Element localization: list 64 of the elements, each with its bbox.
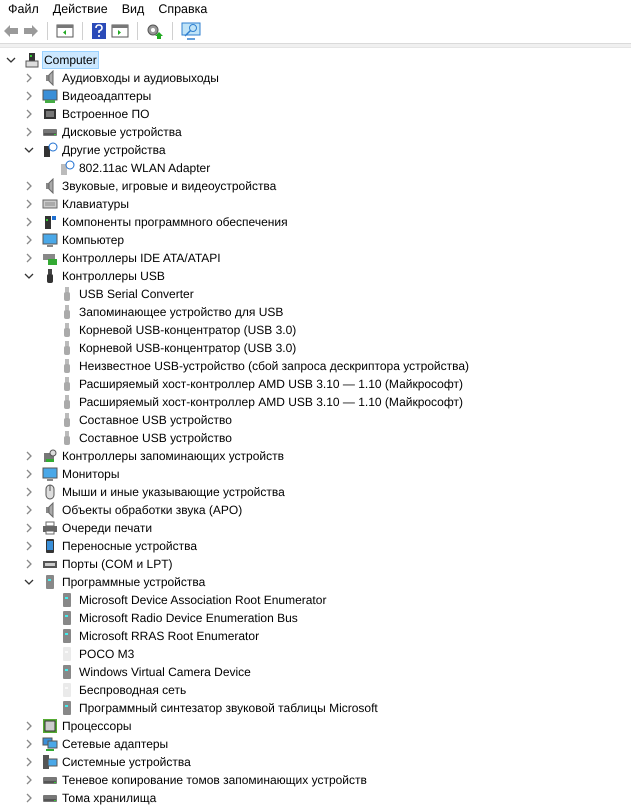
tree-item[interactable]: Компоненты программного обеспечения [60,213,290,231]
tree-item[interactable]: Корневой USB-концентратор (USB 3.0) [77,339,298,357]
tree-item[interactable]: Другие устройства [60,141,168,159]
tree-item[interactable]: Computer [42,51,99,69]
monitor-icon [42,466,58,482]
storage-controller-icon [42,448,58,464]
tree-item[interactable]: Объекты обработки звука (APO) [60,501,244,519]
monitor-search-icon[interactable] [181,22,201,40]
tree-item[interactable]: 802.11ac WLAN Adapter [77,159,212,177]
chip-icon [42,106,58,122]
window-pane-icon[interactable] [56,23,74,40]
tree-item[interactable]: Видеоадаптеры [60,87,154,105]
tree-item[interactable]: Клавиатуры [60,195,131,213]
tree-item[interactable]: Мониторы [60,465,122,483]
tree-item[interactable]: POCO M3 [77,645,136,663]
unknown-device-icon [59,160,75,176]
tree-item[interactable]: Тома хранилища [60,789,158,807]
tree-item[interactable]: Компьютер [60,231,126,249]
unknown-device-icon [42,142,58,158]
tree-item[interactable]: Переносные устройства [60,537,200,555]
display-adapter-icon [42,88,58,104]
component-icon [42,214,58,230]
network-adapter-icon [42,736,58,752]
tree-item[interactable]: Корневой USB-концентратор (USB 3.0) [77,321,298,339]
tree-item[interactable]: Контроллеры USB [60,267,167,285]
menu-item[interactable]: Вид [114,0,152,20]
tree-item[interactable]: Контроллеры IDE ATA/ATAPI [60,249,223,267]
tree-item[interactable]: Запоминающее устройство для USB [77,303,286,321]
tree-item[interactable]: Теневое копирование томов запоминающих устройств [60,771,369,789]
menu-item[interactable]: Действие [46,0,115,20]
gear-update-icon[interactable] [146,22,164,40]
tree-item[interactable]: Windows Virtual Camera Device [77,663,253,681]
tree-item[interactable]: Microsoft RRAS Root Enumerator [77,627,262,645]
tree-item[interactable]: Порты (COM и LPT) [60,555,175,573]
menu-item[interactable]: Справка [151,0,214,20]
tree-item[interactable]: Неизвестное USB-устройство (сбой запроса дескриптора устройства) [77,357,472,375]
tree-item[interactable]: Процессоры [60,717,134,735]
printer-icon [42,520,58,536]
processor-icon [42,718,58,734]
tree-item[interactable]: Дисковые устройства [60,123,184,141]
tree-item[interactable]: Программные устройства [60,573,208,591]
tree-item[interactable]: USB Serial Converter [77,285,196,303]
computer-icon [24,52,40,68]
tree-item[interactable]: Очереди печати [60,519,154,537]
system-device-icon [42,754,58,770]
monitor-icon [42,232,58,248]
help-icon[interactable] [91,22,107,40]
tree-item[interactable]: Расширяемый хост-контроллер AMD USB 3.10 — 1.10 (Майкрософт) [77,393,465,411]
tree-item[interactable]: Системные устройства [60,753,193,771]
tree-item[interactable]: Аудиовходы и аудиовыходы [60,69,221,87]
tree-item[interactable]: Microsoft Radio Device Enumeration Bus [77,609,300,627]
tree-item[interactable]: Составное USB устройство [77,429,234,447]
tree-item[interactable]: Сетевые адаптеры [60,735,170,753]
tree-item[interactable]: Встроенное ПО [60,105,152,123]
tree-item[interactable]: Мыши и иные указывающие устройства [60,483,287,501]
tree-item[interactable]: Беспроводная сеть [77,681,188,699]
tree-item[interactable]: Составное USB устройство [77,411,234,429]
menu-item[interactable]: Файл [1,0,46,20]
tree-item[interactable]: Расширяемый хост-контроллер AMD USB 3.10 — 1.10 (Майкрософт) [77,375,465,393]
tree-item[interactable]: Звуковые, игровые и видеоустройства [60,177,278,195]
window-pane-icon[interactable] [111,23,129,40]
tree-item[interactable]: Программный синтезатор звуковой таблицы Microsoft [77,699,380,717]
tree-item[interactable]: Microsoft Device Association Root Enumerator [77,591,328,609]
tree-item[interactable]: Контроллеры запоминающих устройств [60,447,286,465]
